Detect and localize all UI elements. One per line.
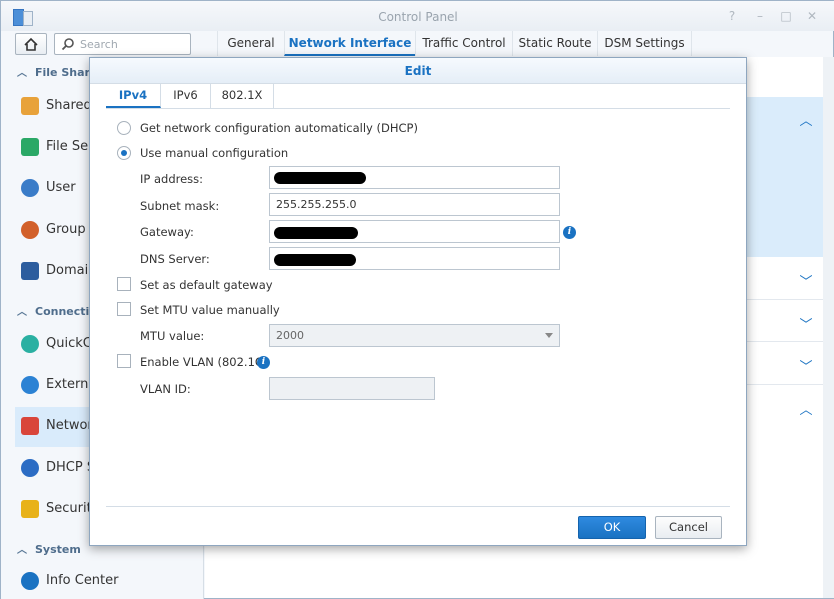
group-icon (21, 221, 39, 239)
search-input[interactable]: Search (54, 33, 191, 55)
vlan-checkbox[interactable] (117, 354, 131, 368)
redaction-mark (274, 254, 356, 266)
divider (745, 341, 823, 342)
manual-config-label: Use manual configuration (140, 146, 289, 160)
tab-static-route[interactable]: Static Route (512, 31, 597, 56)
manual-config-radio[interactable] (117, 146, 131, 160)
redaction-mark (274, 227, 358, 239)
window-title: Control Panel (378, 10, 458, 24)
vlan-id-label: VLAN ID: (140, 382, 191, 396)
mtu-value-label: MTU value: (140, 329, 205, 343)
dhcp-server-icon (21, 459, 39, 477)
cancel-button[interactable]: Cancel (655, 516, 722, 539)
tab-ipv6[interactable]: IPv6 (161, 83, 211, 108)
mtu-value: 2000 (276, 329, 304, 342)
gateway-label: Gateway: (140, 225, 194, 239)
scroll-edge (823, 57, 834, 598)
vlan-label: Enable VLAN (802.1Q) (140, 355, 269, 369)
gateway-info-icon[interactable]: i (563, 226, 576, 239)
maximize-icon[interactable]: □ (779, 9, 793, 23)
sidebar-item-info-center[interactable]: Info Center (15, 562, 204, 599)
chevron-up-icon: ︿ (17, 307, 27, 318)
mtu-manual-checkbox[interactable] (117, 302, 131, 316)
tab-802-1x[interactable]: 802.1X (211, 83, 274, 108)
default-gateway-checkbox[interactable] (117, 277, 131, 291)
ip-address-field[interactable] (269, 166, 560, 189)
close-icon[interactable]: ✕ (805, 9, 819, 23)
tab-dsm-settings[interactable]: DSM Settings (597, 31, 692, 56)
chevron-up-icon: ︿ (17, 545, 27, 556)
title-bar: Control Panel ? – □ ✕ (1, 1, 834, 31)
tab-general[interactable]: General (217, 31, 284, 56)
chevron-up-icon: ︿ (17, 68, 27, 79)
dropdown-arrow-icon (545, 333, 553, 338)
chevron-up-icon[interactable]: ︿ (799, 399, 813, 418)
search-placeholder: Search (80, 38, 118, 51)
dialog-footer-divider (106, 506, 730, 507)
section-file-sharing[interactable]: ︿ File Shar (17, 64, 90, 79)
dialog-title: Edit (404, 64, 432, 78)
section-connectivity[interactable]: ︿ Connectiv (17, 303, 96, 318)
ip-address-label: IP address: (140, 172, 204, 186)
dns-server-field[interactable] (269, 247, 560, 270)
divider (745, 299, 823, 300)
tab-ipv4[interactable]: IPv4 (106, 83, 161, 108)
ok-button[interactable]: OK (578, 516, 646, 539)
home-icon (24, 37, 38, 51)
dhcp-label: Get network configuration automatically … (140, 121, 418, 135)
chevron-down-icon[interactable]: ﹀ (799, 314, 813, 333)
security-shield-icon (21, 500, 39, 518)
vlan-info-icon[interactable]: i (257, 356, 270, 369)
subnet-mask-field[interactable]: 255.255.255.0 (269, 193, 560, 216)
home-button[interactable] (15, 33, 47, 55)
chevron-up-icon[interactable]: ︿ (799, 110, 813, 129)
dhcp-radio[interactable] (117, 121, 131, 135)
redaction-mark (274, 172, 366, 184)
mtu-value-dropdown[interactable]: 2000 (269, 324, 560, 347)
control-panel-window: Control Panel ? – □ ✕ Search General Net… (0, 0, 834, 599)
quickconnect-icon (21, 335, 39, 353)
vlan-id-field[interactable] (269, 377, 435, 400)
dialog-header: Edit (90, 58, 746, 84)
mtu-manual-label: Set MTU value manually (140, 303, 280, 317)
tab-network-interface[interactable]: Network Interface (284, 31, 415, 56)
chevron-down-icon[interactable]: ﹀ (799, 356, 813, 375)
info-center-icon (21, 572, 39, 590)
external-access-icon (21, 376, 39, 394)
gateway-field[interactable] (269, 220, 560, 243)
divider (745, 384, 823, 385)
minimize-icon[interactable]: – (753, 9, 767, 23)
tab-traffic-control[interactable]: Traffic Control (415, 31, 512, 56)
file-services-icon (21, 138, 39, 156)
dns-server-label: DNS Server: (140, 252, 210, 266)
default-gateway-label: Set as default gateway (140, 278, 273, 292)
subnet-mask-label: Subnet mask: (140, 199, 220, 213)
search-icon (61, 38, 74, 51)
user-icon (21, 179, 39, 197)
dialog-tabs: IPv4 IPv6 802.1X (106, 83, 730, 109)
chevron-down-icon[interactable]: ﹀ (799, 271, 813, 290)
section-system[interactable]: ︿ System (17, 541, 81, 556)
help-icon[interactable]: ? (725, 9, 739, 23)
network-icon (21, 417, 39, 435)
shared-folder-icon (21, 97, 39, 115)
edit-dialog: Edit IPv4 IPv6 802.1X Get network config… (89, 57, 747, 546)
domain-icon (21, 262, 39, 280)
